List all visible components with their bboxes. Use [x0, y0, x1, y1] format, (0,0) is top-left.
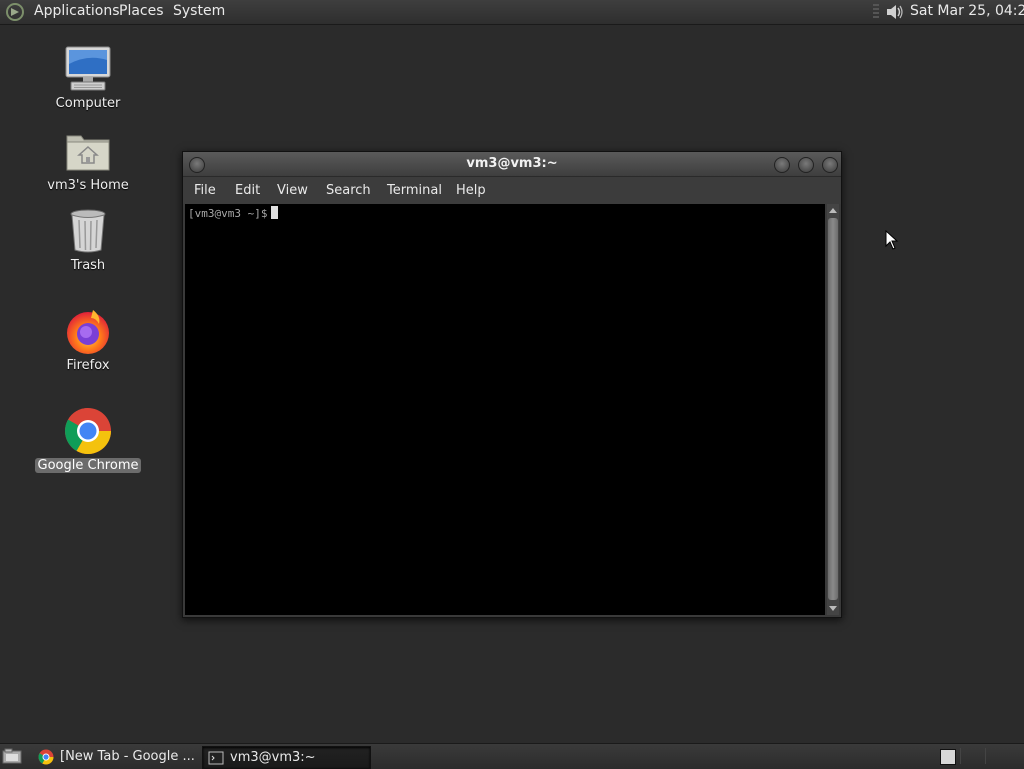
panel-separator	[873, 4, 879, 20]
taskbar-item-chrome[interactable]: [New Tab - Google ...	[33, 746, 195, 767]
mouse-pointer-icon	[885, 230, 899, 250]
desktop-icon-firefox[interactable]: Firefox	[33, 306, 143, 373]
menu-file[interactable]: File	[190, 177, 220, 204]
desktop-icon-label: Trash	[70, 258, 106, 273]
menu-edit[interactable]: Edit	[231, 177, 264, 204]
computer-icon	[65, 46, 111, 91]
taskbar-item-terminal[interactable]: vm3@vm3:~	[202, 746, 371, 769]
desktop-icon-chrome[interactable]: Google Chrome	[33, 406, 143, 473]
scrollbar-thumb[interactable]	[828, 218, 838, 600]
taskbar-item-label: [New Tab - Google ...	[60, 749, 195, 764]
menu-search[interactable]: Search	[322, 177, 375, 204]
desktop-icon-label: Firefox	[66, 358, 110, 373]
terminal-menubar: File Edit View Search Terminal Help	[183, 177, 841, 204]
desktop-icon-label: Computer	[55, 96, 121, 111]
scroll-down-icon[interactable]	[829, 606, 837, 611]
chrome-icon	[38, 749, 54, 765]
shell-prompt: [vm3@vm3 ~]$	[188, 207, 268, 220]
chrome-icon	[65, 408, 111, 454]
desktop-icon-home[interactable]: vm3's Home	[33, 126, 143, 193]
home-folder-icon	[66, 135, 110, 171]
desktop-icon-label: vm3's Home	[47, 178, 129, 193]
terminal-icon	[208, 751, 224, 765]
terminal-output[interactable]: [vm3@vm3 ~]$	[185, 204, 825, 615]
menu-help[interactable]: Help	[452, 177, 490, 204]
text-cursor	[271, 206, 279, 219]
window-title: vm3@vm3:~	[466, 156, 558, 171]
trash-icon	[70, 209, 106, 253]
window-titlebar[interactable]: vm3@vm3:~	[183, 152, 841, 177]
maximize-button[interactable]	[798, 157, 814, 173]
distro-logo-icon[interactable]	[4, 1, 26, 23]
places-menu[interactable]: Places	[115, 0, 168, 24]
scroll-up-icon[interactable]	[829, 208, 837, 213]
bottom-panel: [New Tab - Google ... vm3@vm3:~	[0, 743, 1024, 769]
close-button[interactable]	[822, 157, 838, 173]
system-menu[interactable]: System	[169, 0, 229, 24]
firefox-icon	[67, 310, 109, 354]
volume-icon[interactable]	[884, 2, 906, 22]
top-panel: Applications Places System Sat Mar 25, 0…	[0, 0, 1024, 25]
taskbar-item-label: vm3@vm3:~	[230, 750, 316, 765]
terminal-window: vm3@vm3:~ File Edit View Search Terminal…	[182, 151, 842, 618]
desktop-icon-trash[interactable]: Trash	[33, 206, 143, 273]
menu-view[interactable]: View	[273, 177, 312, 204]
clock[interactable]: Sat Mar 25, 04:22	[910, 0, 1024, 24]
desktop-icon-label: Google Chrome	[34, 458, 142, 473]
minimize-button[interactable]	[774, 157, 790, 173]
menu-terminal[interactable]: Terminal	[383, 177, 446, 204]
workspace-1[interactable]	[940, 749, 956, 765]
show-desktop-icon[interactable]	[2, 748, 22, 764]
applications-menu[interactable]: Applications	[30, 0, 124, 24]
workspace-2[interactable]	[960, 748, 985, 764]
terminal-scrollbar[interactable]	[827, 204, 839, 615]
desktop-icon-computer[interactable]: Computer	[33, 44, 143, 111]
workspace-3[interactable]	[985, 748, 1010, 764]
